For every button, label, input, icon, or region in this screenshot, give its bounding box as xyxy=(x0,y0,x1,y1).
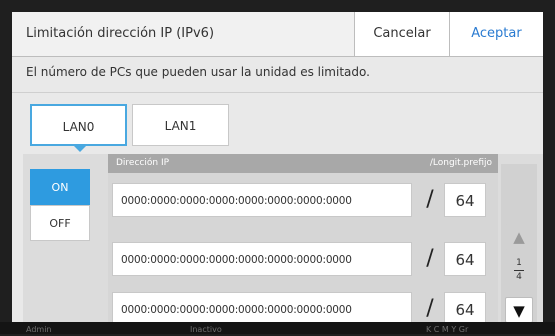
prefix-column-header: /Longit.prefijo xyxy=(429,158,492,168)
on-off-toggle: ON OFF xyxy=(30,169,90,241)
ip-address-list: Dirección IP /Longit.prefijo 0000:0000:0… xyxy=(108,154,498,334)
ip-row: 0000:0000:0000:0000:0000:0000:0000:0000 … xyxy=(108,242,498,276)
user-label: Admin xyxy=(26,325,52,334)
current-page: 1 xyxy=(516,258,522,268)
fraction-bar xyxy=(514,270,524,271)
prefix-length-field[interactable]: 64 xyxy=(444,292,486,326)
prefix-separator: / xyxy=(426,187,434,212)
page-indicator: 1 4 xyxy=(501,258,537,283)
description-text: El número de PCs que pueden usar la unid… xyxy=(26,65,370,79)
prefix-separator: / xyxy=(426,296,434,321)
prefix-length-field[interactable]: 64 xyxy=(444,183,486,217)
off-button[interactable]: OFF xyxy=(30,205,90,241)
cancel-button[interactable]: Cancelar xyxy=(354,12,449,56)
page-title: Limitación dirección IP (IPv6) xyxy=(26,26,215,41)
accept-button[interactable]: Aceptar xyxy=(449,12,543,56)
prefix-length-field[interactable]: 64 xyxy=(444,242,486,276)
prefix-separator: / xyxy=(426,246,434,271)
ip-row: 0000:0000:0000:0000:0000:0000:0000:0000 … xyxy=(108,183,498,217)
ink-status: K C M Y Gr xyxy=(426,325,469,334)
header-bar: Limitación dirección IP (IPv6) Cancelar … xyxy=(12,12,543,57)
tab-lan0[interactable]: LAN0 xyxy=(30,104,127,152)
ip-row: 0000:0000:0000:0000:0000:0000:0000:0000 … xyxy=(108,292,498,326)
tab-lan1[interactable]: LAN1 xyxy=(132,104,229,146)
ip-column-header: Dirección IP xyxy=(116,158,170,168)
scroll-down-icon[interactable]: ▼ xyxy=(505,297,533,323)
status-bar: Admin Inactivo K C M Y Gr xyxy=(0,322,555,334)
machine-status: Inactivo xyxy=(190,325,222,334)
ip-address-field[interactable]: 0000:0000:0000:0000:0000:0000:0000:0000 xyxy=(112,292,412,326)
divider xyxy=(12,92,543,93)
screen: Limitación dirección IP (IPv6) Cancelar … xyxy=(12,12,543,334)
ip-address-field[interactable]: 0000:0000:0000:0000:0000:0000:0000:0000 xyxy=(112,242,412,276)
scroll-up-icon[interactable]: ▲ xyxy=(505,224,533,250)
ip-address-field[interactable]: 0000:0000:0000:0000:0000:0000:0000:0000 xyxy=(112,183,412,217)
pager: ▲ 1 4 ▼ xyxy=(501,164,537,334)
total-pages: 4 xyxy=(516,272,522,282)
list-header: Dirección IP /Longit.prefijo xyxy=(108,154,498,173)
on-button[interactable]: ON xyxy=(30,169,90,205)
